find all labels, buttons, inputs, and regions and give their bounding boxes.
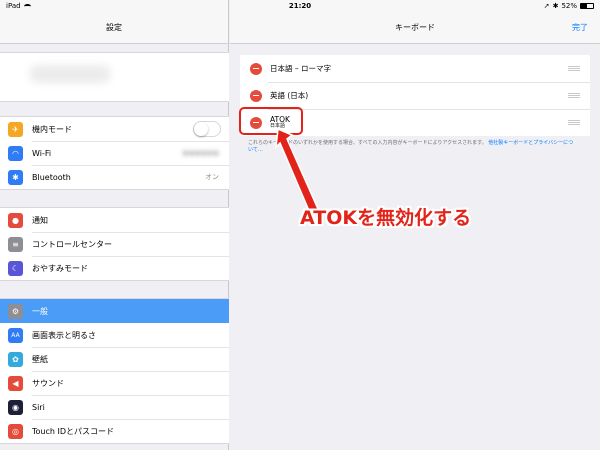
keyboard-row-japanese-romaji[interactable]: 日本語 – ローマ字: [240, 55, 590, 82]
reorder-handle-icon[interactable]: [568, 66, 580, 71]
sidebar-item-display-brightness[interactable]: AA 画面表示と明るさ: [0, 323, 229, 347]
fingerprint-icon: ◎: [8, 423, 23, 439]
sidebar-item-wallpaper[interactable]: ✿ 壁紙: [0, 347, 229, 371]
toggle-knob: [194, 122, 208, 136]
bluetooth-icon: ✱: [8, 169, 23, 185]
sidebar-item-label: 画面表示と明るさ: [32, 330, 96, 340]
sidebar-item-label: おやすみモード: [32, 263, 88, 273]
settings-group-notifications: ● 通知 ≡ コントロールセンター ☾ おやすみモード: [0, 207, 229, 281]
sidebar-item-notifications[interactable]: ● 通知: [0, 208, 229, 232]
sidebar-item-label: コントロールセンター: [32, 239, 112, 249]
delete-minus-icon[interactable]: [250, 62, 262, 75]
keyboard-name: 英語 (日本): [270, 91, 309, 100]
bluetooth-value: オン: [205, 173, 219, 181]
battery-fill: [581, 4, 588, 8]
sidebar-item-airplane-mode[interactable]: ✈ 機内モード: [0, 117, 229, 141]
sidebar-item-wifi[interactable]: ◠ Wi-Fi ●●●●●●: [0, 141, 229, 165]
wifi-icon: ◠: [8, 145, 23, 161]
sidebar-item-control-center[interactable]: ≡ コントロールセンター: [0, 232, 229, 256]
sidebar-item-label: サウンド: [32, 378, 64, 388]
sidebar-item-label: 一般: [32, 306, 48, 316]
settings-group-general: ⚙ 一般 AA 画面表示と明るさ ✿ 壁紙 ◀ サウンド ◉ Siri ◎ To…: [0, 298, 229, 444]
sound-icon: ◀: [8, 375, 23, 391]
keyboard-name: 日本語 – ローマ字: [270, 64, 332, 73]
apple-id-profile[interactable]: [0, 52, 229, 102]
battery-percent: 52%: [561, 2, 577, 10]
location-icon: ➚: [543, 2, 550, 10]
bluetooth-status-icon: ✱: [552, 2, 559, 10]
delete-minus-icon[interactable]: [250, 89, 262, 102]
sidebar-item-label: Wi-Fi: [32, 148, 52, 158]
done-button[interactable]: 完了: [572, 22, 588, 33]
sidebar-item-label: 機内モード: [32, 124, 72, 134]
annotation-callout: ATOKを無効化する: [300, 207, 472, 229]
sidebar-item-label: 壁紙: [32, 354, 48, 364]
sidebar-item-siri[interactable]: ◉ Siri: [0, 395, 229, 419]
wifi-network-value: ●●●●●●: [182, 149, 219, 157]
sidebar-item-touch-id[interactable]: ◎ Touch IDとパスコード: [0, 419, 229, 443]
settings-sidebar: 設定 ✈ 機内モード ◠ Wi-Fi ●●●●●● ✱ Bluetooth オン…: [0, 0, 229, 450]
profile-blurred-name: [30, 65, 110, 83]
page-title: キーボード: [395, 23, 435, 32]
gear-icon: ⚙: [8, 303, 23, 319]
status-right: ➚ ✱ 52%: [544, 2, 594, 10]
notifications-icon: ●: [8, 212, 23, 228]
airplane-mode-toggle[interactable]: [193, 121, 221, 137]
reorder-handle-icon[interactable]: [568, 93, 580, 98]
sidebar-title: 設定: [106, 23, 122, 32]
sidebar-item-label: Siri: [32, 402, 45, 412]
sidebar-item-do-not-disturb[interactable]: ☾ おやすみモード: [0, 256, 229, 280]
status-bar: iPad 21:20 ➚ ✱ 52%: [0, 0, 600, 12]
airplane-icon: ✈: [8, 121, 23, 137]
device-name: iPad: [6, 2, 21, 10]
moon-icon: ☾: [8, 260, 23, 276]
control-center-icon: ≡: [8, 236, 23, 252]
sidebar-item-bluetooth[interactable]: ✱ Bluetooth オン: [0, 165, 229, 189]
wallpaper-icon: ✿: [8, 351, 23, 367]
status-time: 21:20: [288, 2, 312, 10]
battery-icon: [580, 3, 594, 9]
display-icon: AA: [8, 327, 23, 343]
sidebar-item-label: Bluetooth: [32, 172, 71, 182]
sidebar-item-general[interactable]: ⚙ 一般: [0, 299, 229, 323]
sidebar-item-sounds[interactable]: ◀ サウンド: [0, 371, 229, 395]
sidebar-item-label: 通知: [32, 215, 48, 225]
keyboard-row-english-japan[interactable]: 英語 (日本): [240, 82, 590, 109]
reorder-handle-icon[interactable]: [568, 120, 580, 125]
settings-group-connectivity: ✈ 機内モード ◠ Wi-Fi ●●●●●● ✱ Bluetooth オン: [0, 116, 229, 190]
sidebar-item-label: Touch IDとパスコード: [32, 426, 115, 436]
status-left: iPad: [6, 2, 31, 10]
siri-icon: ◉: [8, 399, 23, 415]
wifi-status-icon: [23, 3, 31, 9]
